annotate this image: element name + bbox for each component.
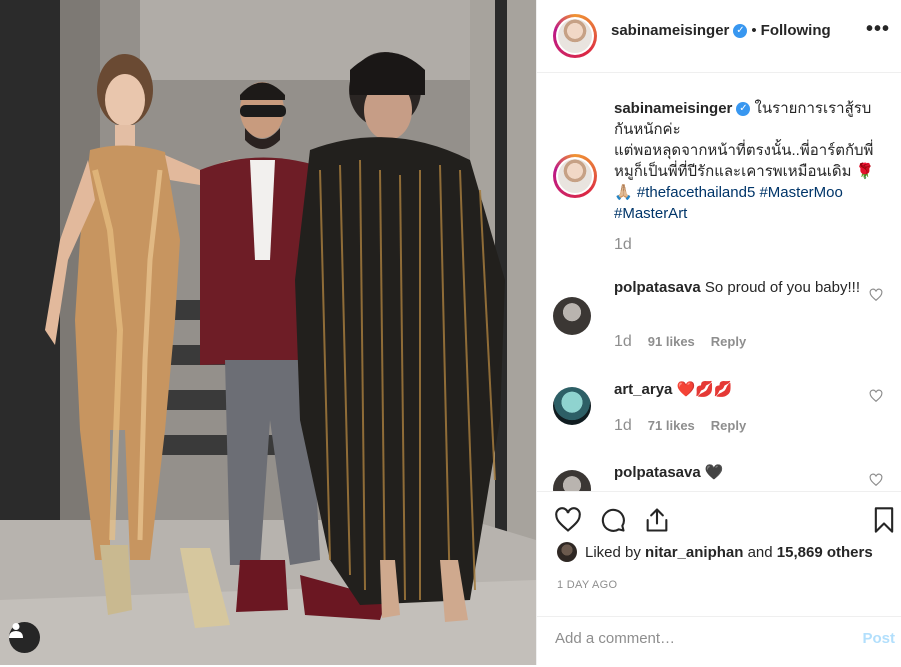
photo-illustration [0,0,536,665]
comment-like-heart-icon[interactable] [869,389,883,403]
comment-text: ❤️💋💋 [676,381,733,398]
commenter-avatar[interactable] [553,470,591,491]
comment-likes[interactable]: 91 likes [648,334,695,349]
comment-username[interactable]: polpatasava [614,464,701,481]
comments-section[interactable]: sabinameisinger ✓ ในรายการเราสู้รบ กันหนั… [537,73,901,491]
account-username[interactable]: sabinameisinger [611,22,729,39]
bookmark-icon[interactable] [870,506,898,534]
comment-like-heart-icon[interactable] [869,473,883,487]
comment-meta: 1d 71 likes Reply [614,417,762,435]
caption-line: กันหนักค่ะ [614,121,681,138]
liked-by-prefix: Liked by [585,544,646,561]
verified-badge-icon: ✓ [733,24,748,39]
side-panel: sabinameisinger ✓ • Following ••• sabinamei… [536,0,901,665]
comment-body: art_arya ❤️💋💋 [614,379,884,400]
add-comment-bar: Add a comment… Post [537,616,901,667]
comment-text: So proud of you baby!!! [704,279,860,296]
caption-avatar[interactable] [553,154,597,198]
account-avatar[interactable] [553,14,597,58]
comment-time[interactable]: 1d [614,417,632,434]
comment-icon[interactable] [599,506,627,534]
caption: sabinameisinger ✓ ในรายการเราสู้รบ กันหนั… [553,88,883,258]
caption-verified-icon: ✓ [736,102,751,117]
caption-line: แต่พอหลุดจากหน้าที่ตรงนั้น..พี่อาร์ตกับพ… [614,142,874,159]
liked-by-middle: and [743,544,777,561]
caption-line: หมูก็เป็นพี่ที่ปีรักและเคารพเหมือนเดิม 🌹 [614,163,875,180]
header-separator: • [751,22,757,39]
caption-line: 🙏🏼 [614,184,637,201]
comment-like-heart-icon[interactable] [869,288,883,302]
add-comment-input[interactable]: Add a comment… [555,630,675,647]
comment-body: polpatasava So proud of you baby!!! [614,277,884,298]
post-timestamp[interactable]: 1 DAY AGO [557,579,617,591]
share-icon[interactable] [643,506,671,534]
comment-item: polpatasava So proud of you baby!!! 1d 91… [553,273,883,353]
caption-line: ในรายการเราสู้รบ [750,100,872,117]
liker-username[interactable]: nitar_aniphan [645,544,743,561]
comment-time[interactable]: 1d [614,333,632,350]
liker-avatar[interactable] [557,542,577,562]
reply-button[interactable]: Reply [711,418,746,433]
instagram-post-viewer: sabinameisinger ✓ • Following ••• sabinamei… [0,0,901,665]
caption-body: sabinameisinger ✓ ในรายการเราสู้รบ กันหนั… [614,98,884,224]
post-photo[interactable] [0,0,536,665]
comment-item: polpatasava 🖤 [553,456,883,491]
comment-text: 🖤 [704,464,724,481]
post-comment-button[interactable]: Post [862,630,895,647]
hashtag-link[interactable]: #thefacethailand5 [637,184,755,201]
liked-by-line: Liked by nitar_aniphan and 15,869 others [557,542,873,562]
comment-username[interactable]: polpatasava [614,279,701,296]
comment-likes[interactable]: 71 likes [648,418,695,433]
heart-icon[interactable] [554,506,582,534]
post-header: sabinameisinger ✓ • Following ••• [537,0,901,73]
comment-username[interactable]: art_arya [614,381,672,398]
commenter-avatar[interactable] [553,297,591,335]
caption-time[interactable]: 1d [614,236,632,254]
comment-body: polpatasava 🖤 [614,462,884,483]
post-actions: Liked by nitar_aniphan and 15,869 others… [537,491,901,666]
more-options-icon[interactable]: ••• [866,18,890,41]
hashtag-link[interactable]: #MasterArt [614,205,687,222]
user-tag-icon[interactable] [9,622,40,653]
reply-button[interactable]: Reply [711,334,746,349]
caption-username[interactable]: sabinameisinger [614,100,732,117]
comment-item: art_arya ❤️💋💋 1d 71 likes Reply [553,373,883,443]
hashtag-link[interactable]: #MasterMoo [759,184,842,201]
comment-meta: 1d 91 likes Reply [614,333,762,351]
likes-count[interactable]: 15,869 others [777,544,873,561]
following-button[interactable]: Following [761,22,831,39]
header-user-line: sabinameisinger ✓ • Following [611,22,831,39]
commenter-avatar[interactable] [553,387,591,425]
